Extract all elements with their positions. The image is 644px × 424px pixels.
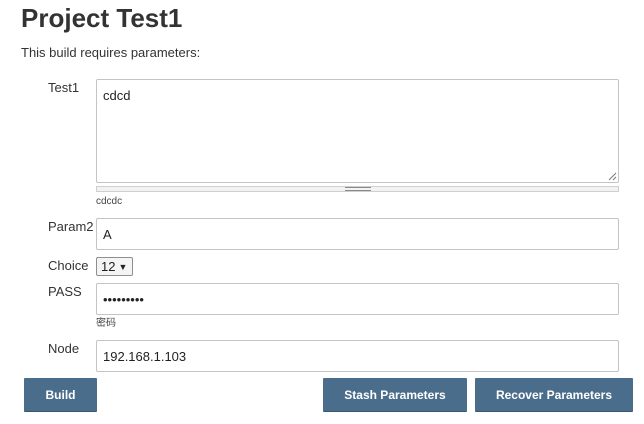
param2-label: Param2 xyxy=(48,219,94,234)
stash-parameters-button[interactable]: Stash Parameters xyxy=(323,378,467,411)
test1-description: cdcdc xyxy=(96,196,123,207)
dropdown-arrow-icon: ▼ xyxy=(118,261,128,272)
test1-field-wrapper: cdcd xyxy=(96,79,619,183)
param2-input[interactable] xyxy=(96,218,619,250)
test1-textarea[interactable]: cdcd xyxy=(96,79,619,183)
pass-input[interactable] xyxy=(96,283,619,315)
pass-description: 密码 xyxy=(96,318,116,329)
grip-lines-icon xyxy=(345,187,371,191)
recover-parameters-button[interactable]: Recover Parameters xyxy=(475,378,633,411)
node-input[interactable] xyxy=(96,340,619,372)
page-title: Project Test1 xyxy=(21,3,183,33)
build-parameters-page: Project Test1 This build requires parame… xyxy=(0,0,644,424)
choice-label: Choice xyxy=(48,258,89,273)
choice-selected-value: 12 xyxy=(101,259,116,274)
choice-select[interactable]: 12 ▼ xyxy=(96,257,133,276)
textarea-expand-grip[interactable] xyxy=(96,186,619,192)
pass-label: PASS xyxy=(48,284,82,299)
build-button[interactable]: Build xyxy=(24,378,97,411)
test1-label: Test1 xyxy=(48,80,80,95)
node-label: Node xyxy=(48,341,80,356)
page-subtitle: This build requires parameters: xyxy=(21,45,201,60)
